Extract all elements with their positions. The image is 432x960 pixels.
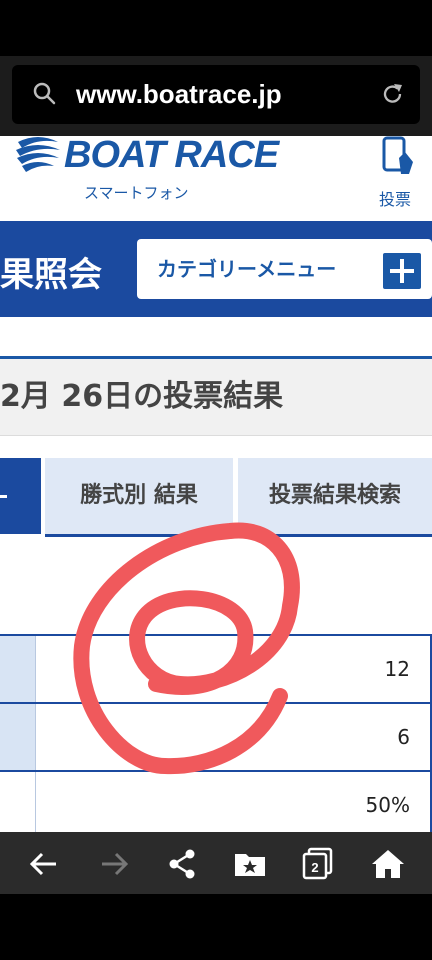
search-icon bbox=[33, 82, 56, 105]
home-icon[interactable] bbox=[366, 842, 410, 886]
tabs-count: 2 bbox=[311, 860, 318, 875]
url-text: www.boatrace.jp bbox=[76, 79, 282, 109]
red-circle-annotation bbox=[73, 522, 300, 775]
reload-icon[interactable] bbox=[380, 81, 406, 107]
forward-icon[interactable] bbox=[92, 842, 136, 886]
browser-bottom-nav: 2 bbox=[0, 832, 432, 894]
share-icon[interactable] bbox=[160, 842, 204, 886]
bookmarks-icon[interactable] bbox=[228, 842, 272, 886]
tabs-icon[interactable]: 2 bbox=[296, 842, 340, 886]
back-icon[interactable] bbox=[22, 842, 66, 886]
browser-address-bar: www.boatrace.jp bbox=[0, 56, 432, 136]
web-page: BOAT RACE スマートフォン 投票 果照会 カテゴリーメニュー 2月 26… bbox=[0, 136, 432, 832]
url-field[interactable]: www.boatrace.jp bbox=[12, 65, 420, 124]
